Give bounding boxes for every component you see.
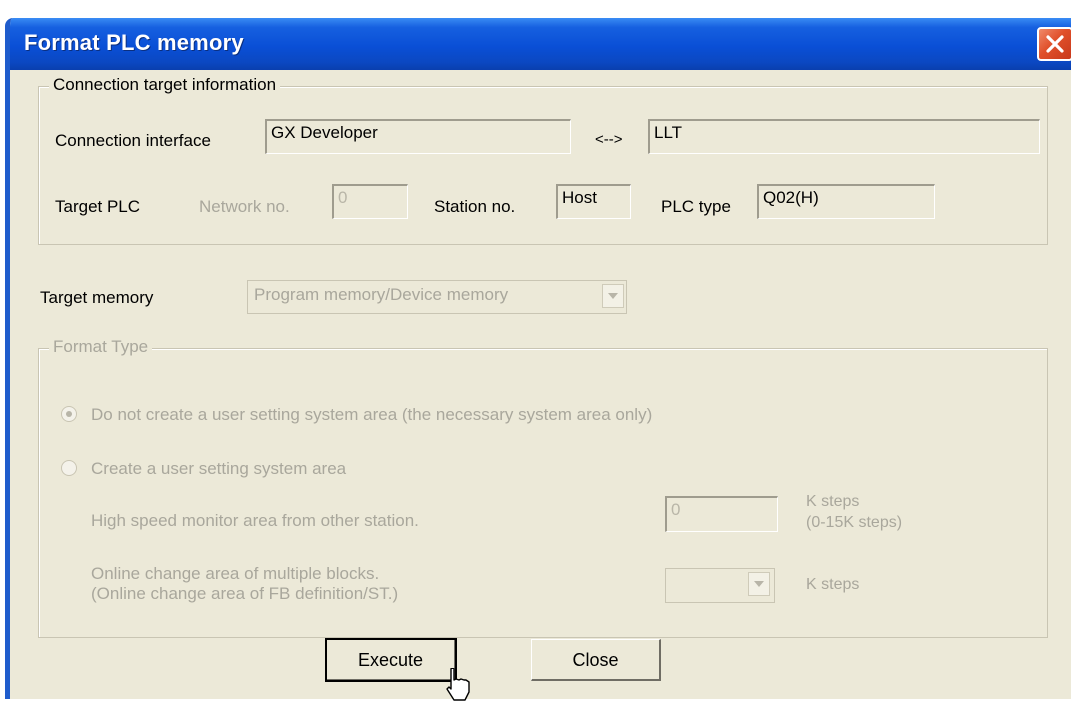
online-change-select [665,568,775,603]
high-speed-monitor-field: 0 [665,496,778,532]
online-change-label-1: Online change area of multiple blocks. [91,564,380,583]
k-steps-unit-2: K steps [806,576,860,593]
target-memory-select: Program memory/Device memory [247,280,627,314]
target-memory-label: Target memory [40,288,154,307]
format-type-legend: Format Type [49,337,153,357]
station-no-label: Station no. [434,197,516,216]
connection-group-legend: Connection target information [49,75,281,95]
format-type-group: Format Type Do not create a user setting… [38,337,1048,638]
k-steps-range: (0-15K steps) [806,514,903,531]
network-no-field: 0 [332,184,408,219]
target-plc-label: Target PLC [55,197,141,216]
plc-type-label: PLC type [661,197,731,216]
close-icon[interactable] [1037,27,1071,61]
station-no-field: Host [556,184,631,219]
connection-interface-label: Connection interface [55,131,211,150]
chevron-down-icon [602,284,624,308]
format-plc-memory-dialog: Format PLC memory Connection target info… [5,18,1071,699]
chevron-down-icon [748,572,770,596]
radio-no-user-area [61,406,77,422]
close-button[interactable]: Close [531,639,661,681]
radio-create-user-area-label: Create a user setting system area [91,459,347,478]
execute-button[interactable]: Execute [325,638,457,682]
connection-interface-field: GX Developer [265,119,571,154]
network-no-label: Network no. [199,197,290,216]
connection-arrow: <--> [595,131,623,148]
connection-target-field: LLT [648,119,1040,154]
dialog-title: Format PLC memory [24,30,244,55]
online-change-label-2: (Online change area of FB definition/ST.… [91,584,399,603]
title-bar[interactable]: Format PLC memory [10,18,1071,70]
connection-target-group: Connection target information Connection… [38,75,1048,245]
high-speed-monitor-label: High speed monitor area from other stati… [91,511,419,530]
k-steps-unit-1: K steps [806,493,860,510]
mouse-pointer-icon [446,668,470,701]
target-memory-value: Program memory/Device memory [254,285,509,304]
radio-create-user-area [61,460,77,476]
plc-type-field: Q02(H) [757,184,935,219]
radio-no-user-area-label: Do not create a user setting system area… [91,405,653,424]
